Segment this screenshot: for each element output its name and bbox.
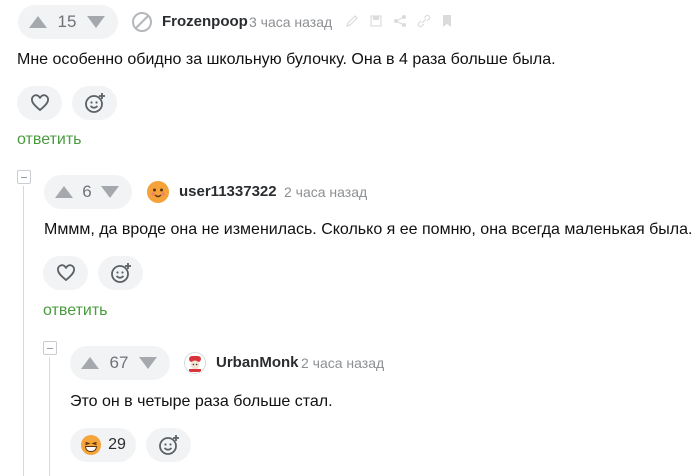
avatar[interactable]: [184, 352, 206, 374]
upvote-button[interactable]: [28, 15, 48, 29]
timestamp: 2 часа назад: [301, 355, 385, 371]
like-button[interactable]: [17, 86, 62, 120]
vote-widget: 15: [18, 5, 118, 39]
chef-avatar-icon: [185, 353, 205, 373]
like-button[interactable]: [43, 256, 88, 290]
upvote-button[interactable]: [54, 185, 74, 199]
downvote-button[interactable]: [86, 15, 106, 29]
circle-slash-icon: [132, 12, 152, 32]
avatar[interactable]: [131, 11, 153, 33]
triangle-up-icon: [29, 16, 47, 28]
triangle-down-icon: [101, 186, 119, 198]
triangle-down-icon: [87, 16, 105, 28]
collapse-thread-button[interactable]: [17, 170, 31, 184]
heart-icon: [30, 94, 49, 112]
collapse-thread-button[interactable]: [43, 341, 57, 355]
avatar[interactable]: [147, 181, 169, 203]
reply-link[interactable]: ответить: [17, 131, 82, 149]
add-reaction-button[interactable]: [98, 256, 143, 290]
upvote-button[interactable]: [80, 356, 100, 370]
bookmark-icon[interactable]: [441, 14, 453, 28]
triangle-down-icon: [139, 357, 157, 369]
smiley-avatar-icon: [147, 181, 169, 203]
comment-actions: [345, 14, 453, 28]
vote-widget: 67: [70, 346, 170, 380]
username[interactable]: UrbanMonk: [216, 354, 299, 371]
triangle-up-icon: [55, 186, 73, 198]
downvote-button[interactable]: [138, 356, 158, 370]
username[interactable]: user11337322: [179, 183, 277, 200]
timestamp: 3 часа назад: [249, 14, 333, 30]
vote-count: 67: [109, 353, 129, 372]
add-emoji-icon: [110, 263, 131, 283]
reaction-count: 29: [108, 436, 126, 453]
thread-line: [49, 357, 50, 476]
laughing-reaction-button[interactable]: 29: [70, 428, 136, 462]
heart-icon: [56, 264, 75, 282]
add-reaction-button[interactable]: [146, 428, 191, 462]
add-emoji-icon: [84, 93, 105, 113]
username[interactable]: Frozenpoop: [162, 13, 248, 30]
vote-count: 6: [82, 182, 92, 201]
save-icon[interactable]: [369, 14, 383, 28]
laughing-emoji-icon: [81, 435, 102, 455]
vote-widget: 6: [44, 175, 132, 209]
comment-text: Мне особенно обидно за школьную булочку.…: [17, 51, 556, 68]
downvote-button[interactable]: [100, 185, 120, 199]
vote-count: 15: [57, 12, 77, 31]
thread-line: [23, 186, 24, 476]
add-emoji-icon: [158, 435, 179, 455]
comment-text: Мммм, да вроде она не изменилась. Скольк…: [44, 221, 693, 238]
comment-text: Это он в четыре раза больше стал.: [70, 393, 333, 410]
timestamp: 2 часа назад: [284, 184, 368, 200]
share-icon[interactable]: [393, 14, 407, 28]
link-icon[interactable]: [417, 14, 431, 28]
edit-icon[interactable]: [345, 14, 359, 28]
add-reaction-button[interactable]: [72, 86, 117, 120]
reply-link[interactable]: ответить: [43, 302, 108, 320]
triangle-up-icon: [81, 357, 99, 369]
